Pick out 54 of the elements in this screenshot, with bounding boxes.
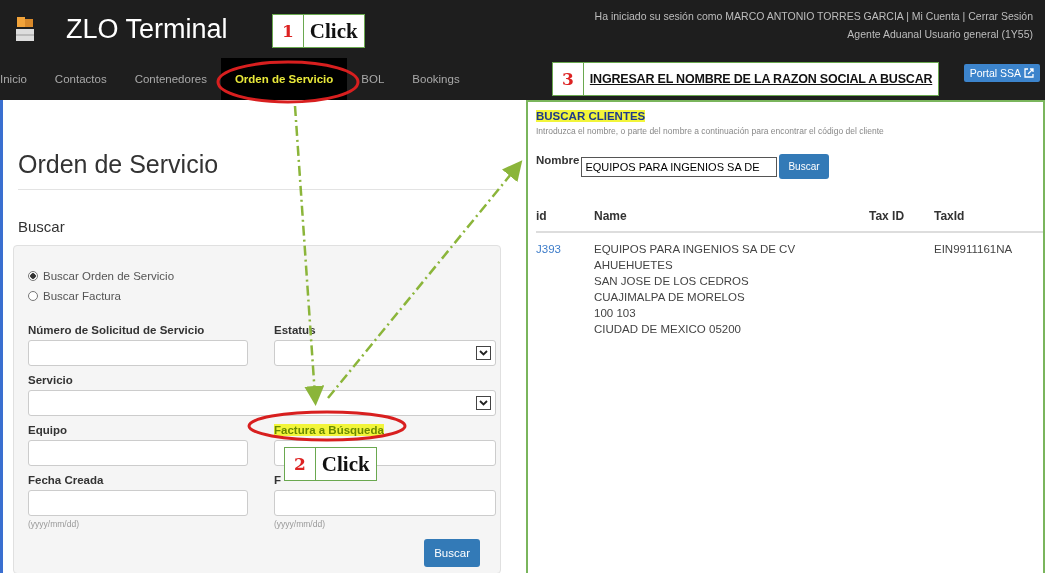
- field-label: Fecha Creada: [28, 474, 104, 486]
- external-link-icon: [1024, 68, 1034, 78]
- name-input[interactable]: EQUIPOS PARA INGENIOS SA DE: [581, 156, 778, 177]
- radio-label: Buscar Orden de Servicio: [43, 270, 175, 282]
- portal-button[interactable]: Portal SSA: [963, 64, 1040, 82]
- step-tooltip: 2 Click: [284, 447, 377, 481]
- field-label: Número de Solicitud de Servicio: [28, 324, 205, 336]
- select-field[interactable]: [274, 340, 496, 366]
- dropdown-caret-icon: [476, 396, 491, 410]
- input-field[interactable]: [28, 340, 248, 366]
- page-heading: Orden de Servicio: [18, 150, 501, 190]
- user-info: Ha iniciado su sesión como MARCO ANTONIO TORRES GARCIA | Mi Cuenta | Cerrar Sesión: [594, 10, 1033, 22]
- field-label: Equipo: [28, 424, 67, 436]
- step-tooltip: 1 Click: [272, 14, 365, 48]
- user-role: Agente Aduanal Usuario general (1Y55): [847, 28, 1033, 40]
- section-heading: Buscar: [18, 218, 66, 235]
- name-label: Nombre: [536, 154, 580, 166]
- table-cell-text: EIN9911161NA: [934, 242, 1014, 257]
- column-header: id: [536, 201, 594, 233]
- nav-tab[interactable]: Inicio: [0, 58, 41, 100]
- panel-title: BUSCAR CLIENTES: [536, 110, 646, 122]
- app-title: ZLO Terminal: [66, 13, 228, 45]
- step-tooltip: 3 INGRESAR EL NOMBRE DE LA RAZON SOCIAL A BUSCAR: [552, 62, 940, 96]
- input-field[interactable]: [28, 440, 248, 466]
- dropdown-caret-icon: [476, 346, 491, 360]
- nav-tab[interactable]: Contactos: [40, 58, 121, 100]
- address-line: CUAJIMALPA DE MORELOS: [594, 291, 746, 303]
- address-line: 100 103: [594, 307, 637, 319]
- select-field[interactable]: [28, 390, 496, 416]
- input-field[interactable]: [28, 490, 248, 516]
- radio-label: Buscar Factura: [43, 290, 121, 302]
- address-line: EQUIPOS PARA INGENIOS SA DE CV: [594, 243, 797, 255]
- column-header: Name: [594, 201, 869, 233]
- address-line: AHUEHUETES: [594, 259, 674, 271]
- address-line: SAN JOSE DE LOS CEDROS: [594, 275, 750, 287]
- search-button[interactable]: Buscar: [424, 539, 480, 567]
- radio-button[interactable]: [28, 271, 38, 281]
- panel-description: Introduzca el nombre, o parte del nombre a continuación para encontrar el código del cliente: [536, 126, 885, 136]
- field-label: Servicio: [28, 374, 73, 386]
- search-button[interactable]: Buscar: [779, 154, 829, 179]
- client-id-link[interactable]: J393: [536, 233, 594, 255]
- nav-tab[interactable]: Contenedores: [120, 58, 221, 100]
- date-format-hint: (yyyy/mm/dd): [274, 519, 325, 529]
- nav-tab[interactable]: BOL: [347, 58, 399, 100]
- column-header: Tax ID: [869, 201, 934, 233]
- field-label: F: [274, 474, 282, 486]
- address-line: CIUDAD DE MEXICO 05200: [594, 323, 742, 335]
- nav-tab[interactable]: Orden de Servicio: [220, 58, 348, 100]
- nav-tab[interactable]: Bookings: [398, 58, 474, 100]
- boxes-logo-icon: [14, 15, 36, 43]
- radio-button[interactable]: [28, 291, 38, 301]
- input-field[interactable]: [274, 490, 496, 516]
- column-header: TaxId: [934, 201, 1043, 233]
- date-format-hint: (yyyy/mm/dd): [28, 519, 79, 529]
